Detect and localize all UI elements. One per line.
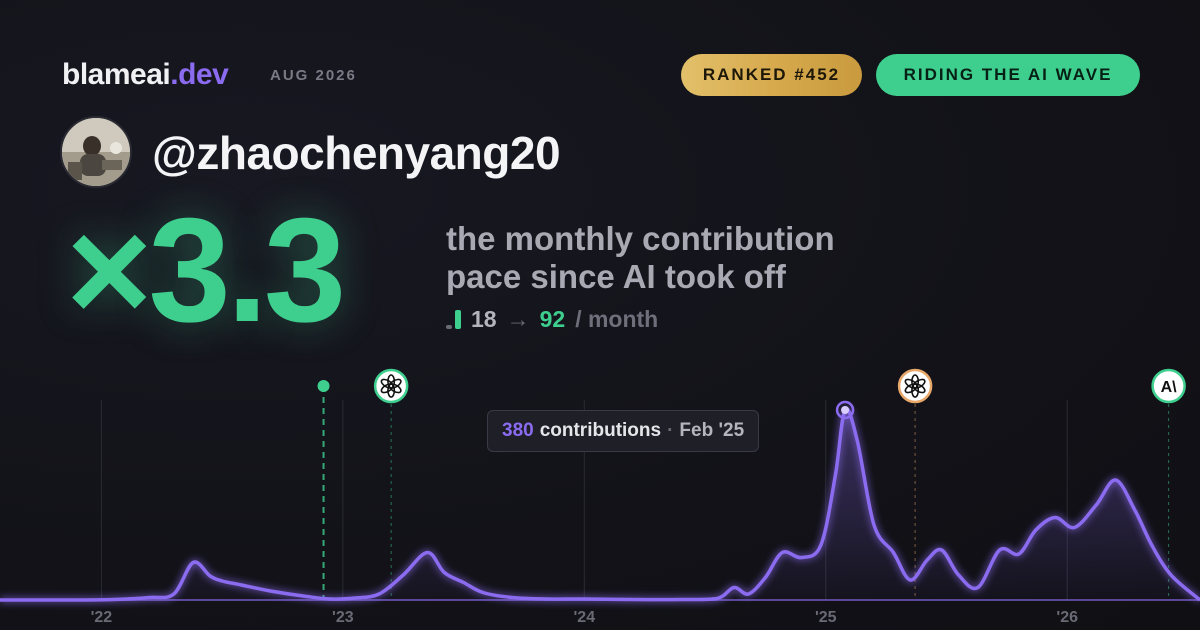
bar-after	[455, 310, 461, 329]
ai-start-dot	[317, 380, 330, 392]
brand-logo[interactable]: blameai.dev	[62, 58, 229, 92]
svg-text:A\: A\	[1161, 379, 1178, 396]
x-tick-label: '22	[91, 609, 113, 626]
x-tick-label: '23	[332, 609, 354, 626]
x-tick-label: '25	[815, 609, 837, 626]
user-handle[interactable]: @zhaochenyang20	[152, 126, 561, 180]
pace-multiplier: ×3.3	[66, 188, 346, 353]
tooltip-date: Feb '25	[679, 420, 745, 441]
bar-compare-icon	[446, 309, 461, 329]
pace-description-line-1: the monthly contribution	[446, 220, 835, 257]
anthropic-logo-icon: A\	[1151, 368, 1186, 404]
openai-logo-icon	[897, 368, 933, 404]
pace-description-line-2: pace since AI took off	[446, 258, 786, 295]
bar-before	[446, 325, 452, 329]
brand-name: blameai	[62, 58, 171, 91]
pace-comparison: 18 → 92 / month	[446, 304, 658, 334]
tooltip-label: contributions	[539, 420, 662, 441]
openai-logo-icon	[373, 368, 409, 404]
report-date: AUG 2026	[270, 67, 357, 84]
avatar[interactable]	[60, 116, 132, 188]
rank-badge: RANKED #452	[681, 54, 862, 96]
chart-tooltip: 380 contributions · Feb '25	[487, 410, 760, 452]
pace-unit: / month	[575, 305, 659, 332]
brand-tld: .dev	[170, 58, 229, 91]
x-tick-label: '24	[574, 609, 596, 626]
peak-marker-center	[841, 406, 850, 414]
pace-description: the monthly contribution pace since AI t…	[446, 220, 906, 296]
contribution-chart[interactable]: '22 '23 '24 '25 '26 A\	[0, 360, 1200, 630]
ai-wave-badge: RIDING THE AI WAVE	[876, 54, 1140, 96]
arrow-right-icon: →	[506, 305, 530, 332]
tooltip-value: 380	[502, 420, 534, 441]
pace-after: 92	[539, 305, 566, 332]
tooltip-separator: ·	[667, 420, 674, 441]
x-tick-label: '26	[1056, 609, 1078, 626]
avatar-photo-icon	[62, 118, 130, 186]
share-card: blameai.dev AUG 2026 RANKED #452 RIDING …	[0, 0, 1200, 630]
pace-before: 18	[471, 305, 497, 332]
